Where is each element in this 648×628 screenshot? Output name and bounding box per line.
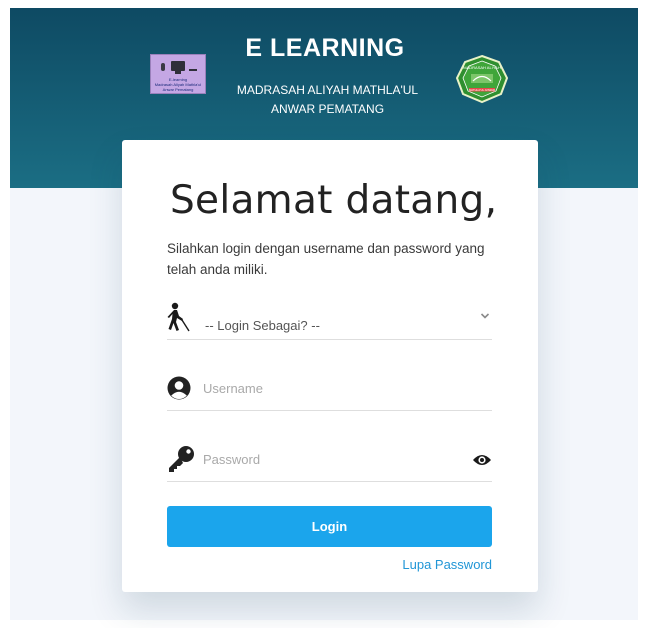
username-input[interactable]: Username [203, 381, 263, 396]
login-button[interactable]: Login [167, 506, 492, 547]
login-role-select[interactable]: -- Login Sebagai? -- [167, 302, 492, 340]
svg-text:MADRASAH ALIYAH: MADRASAH ALIYAH [463, 65, 501, 70]
school-name: MADRASAH ALIYAH MATHLA'UL ANWAR PEMATANG [215, 81, 440, 119]
app-title: E LEARNING [245, 34, 405, 62]
school-name-line2: ANWAR PEMATANG [270, 102, 385, 116]
elearning-logo-icon: E-learning Madrasah Aliyah Mathla'ul Anw… [150, 54, 206, 94]
person-cane-icon [167, 302, 190, 332]
login-role-value: -- Login Sebagai? -- [205, 318, 320, 333]
username-field[interactable]: Username [167, 370, 492, 411]
key-icon [169, 446, 194, 472]
password-field[interactable]: Password [167, 441, 492, 482]
madrasah-seal-icon: MADRASAH ALIYAH MATHLA'UL ANWAR [455, 54, 509, 104]
password-input[interactable]: Password [203, 452, 260, 467]
eye-icon[interactable] [472, 453, 492, 467]
user-circle-icon [167, 376, 191, 400]
forgot-password-link[interactable]: Lupa Password [360, 557, 492, 572]
chevron-down-icon [480, 313, 490, 319]
school-name-line1: MADRASAH ALIYAH MATHLA'UL [236, 83, 419, 97]
login-instructions: Silahkan login dengan username dan passw… [167, 241, 485, 277]
welcome-heading: Selamat datang, [170, 178, 498, 223]
svg-text:MATHLA'UL ANWAR: MATHLA'UL ANWAR [469, 88, 495, 92]
